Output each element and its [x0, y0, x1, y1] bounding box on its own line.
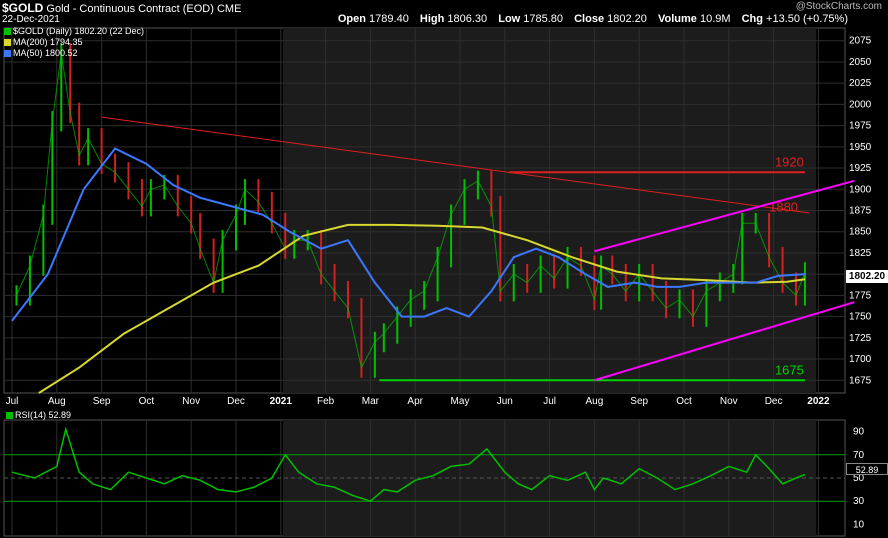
price-tick-label: 1825 — [849, 248, 872, 259]
current-rsi-tag: 52.89 — [846, 463, 888, 475]
legend-price: $GOLD (Daily) 1802.20 (22 Dec) — [4, 26, 144, 37]
time-tick-label: Apr — [407, 396, 423, 407]
time-tick-label: Jul — [543, 396, 556, 407]
legend-ma200: MA(200) 1794.35 — [4, 37, 144, 48]
price-tick-label: 1925 — [849, 163, 872, 174]
time-tick-label: Oct — [139, 396, 155, 407]
price-tick-label: 1900 — [849, 184, 872, 195]
time-tick-label: Aug — [586, 396, 604, 407]
time-tick-label: Dec — [227, 396, 245, 407]
time-tick-label: Nov — [182, 396, 200, 407]
time-tick-label: May — [451, 396, 470, 407]
rsi-tick-label: 70 — [853, 450, 865, 461]
rsi-tick-label: 90 — [853, 427, 865, 438]
time-tick-label: Mar — [362, 396, 380, 407]
price-tick-label: 1775 — [849, 290, 872, 301]
current-price-tag: 1802.20 — [846, 270, 888, 283]
price-tick-label: 1850 — [849, 227, 872, 238]
price-tick-label: 1725 — [849, 333, 872, 344]
time-tick-label: Sep — [93, 396, 111, 407]
level-label-1920: 1920 — [775, 154, 804, 169]
time-tick-label: 2021 — [270, 396, 293, 407]
time-tick-label: Jul — [6, 396, 19, 407]
time-tick-label: Nov — [720, 396, 738, 407]
legend-ma50: MA(50) 1800.52 — [4, 48, 144, 59]
rsi-tick-label: 10 — [853, 519, 865, 530]
price-tick-label: 1750 — [849, 312, 872, 323]
rsi-legend: RSI(14) 52.89 — [6, 410, 71, 420]
price-tick-label: 2000 — [849, 99, 872, 110]
rsi-tick-label: 30 — [853, 496, 865, 507]
level-label-1675: 1675 — [775, 362, 804, 377]
time-tick-label: Sep — [630, 396, 648, 407]
time-tick-label: Dec — [765, 396, 783, 407]
level-label-1880: 1880 — [769, 199, 798, 214]
time-tick-label: Aug — [48, 396, 66, 407]
chart-legend: $GOLD (Daily) 1802.20 (22 Dec) MA(200) 1… — [4, 26, 144, 59]
price-tick-label: 2050 — [849, 57, 872, 68]
price-tick-label: 2025 — [849, 78, 872, 89]
time-tick-label: 2022 — [807, 396, 830, 407]
time-tick-label: Oct — [676, 396, 692, 407]
price-tick-label: 1975 — [849, 121, 872, 132]
price-tick-label: 1875 — [849, 206, 872, 217]
price-tick-label: 1675 — [849, 375, 872, 386]
price-tick-label: 1950 — [849, 142, 872, 153]
price-tick-label: 2075 — [849, 36, 872, 47]
price-tick-label: 1700 — [849, 354, 872, 365]
time-tick-label: Feb — [317, 396, 335, 407]
price-chart: 2075 2050 2025 2000 1975 1950 1925 1900 1875 1850… — [3, 27, 872, 537]
time-tick-label: Jun — [497, 396, 513, 407]
